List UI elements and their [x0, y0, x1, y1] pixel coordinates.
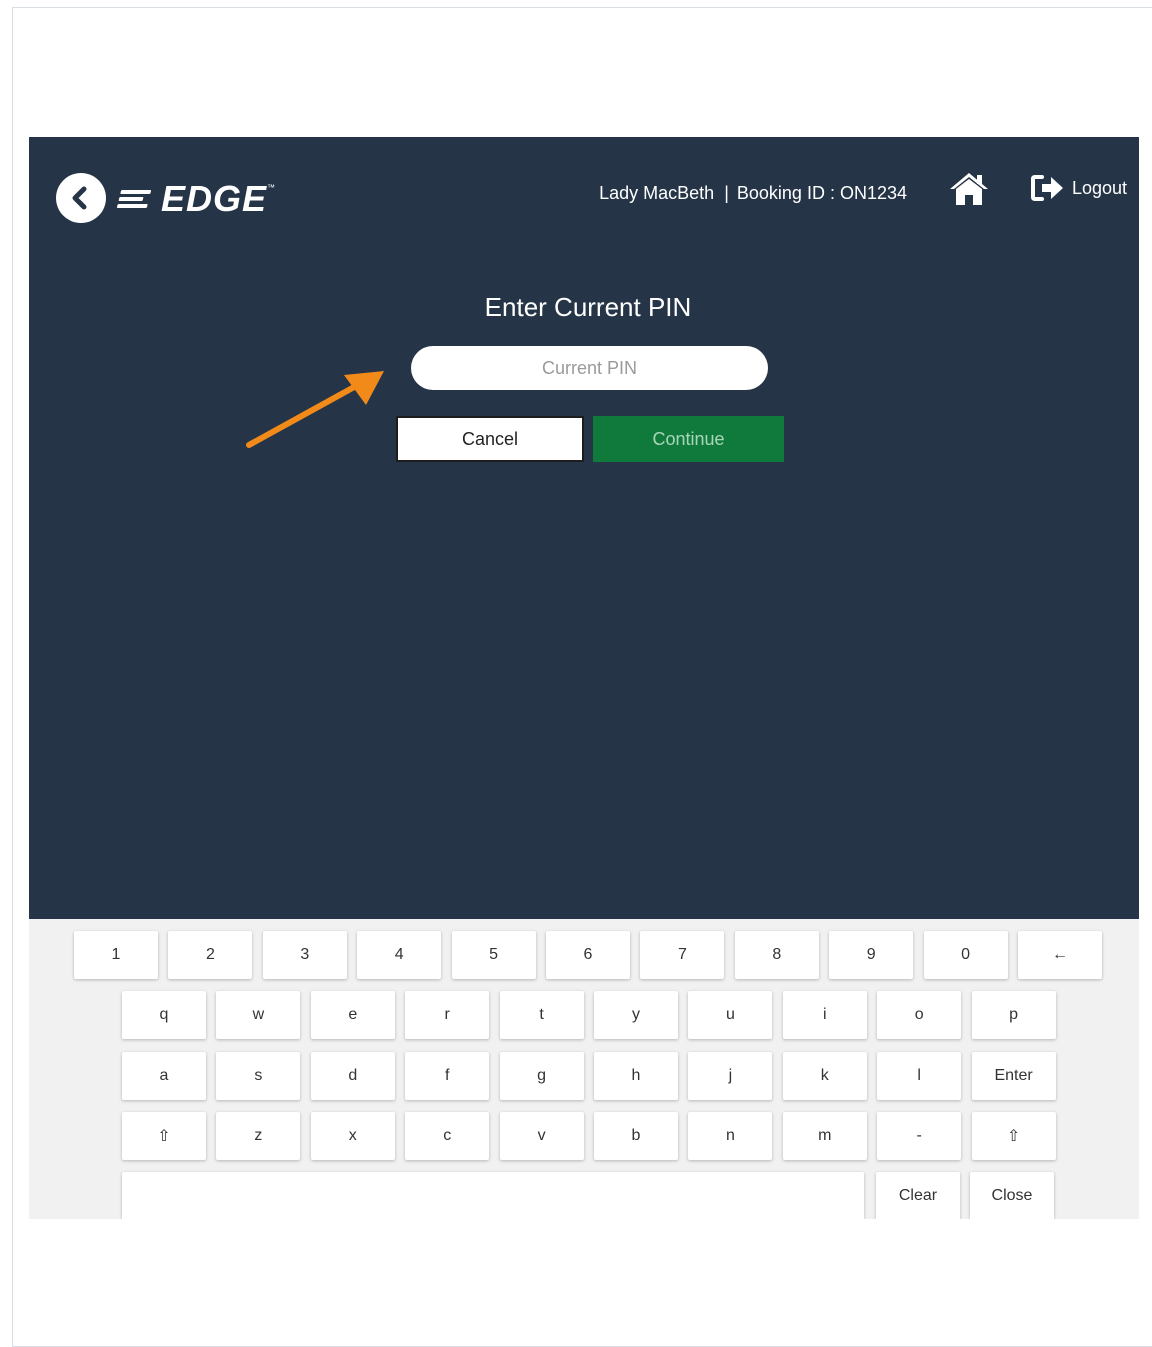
app-screen: EDGE ™ Lady MacBeth | Booking ID : ON1234 … [29, 137, 1139, 919]
booking-id: Booking ID : ON1234 [736, 183, 907, 203]
key-1[interactable]: 1 [74, 931, 158, 979]
key-t[interactable]: t [499, 991, 584, 1039]
user-info: Lady MacBeth | Booking ID : ON1234 [599, 183, 907, 204]
key-4[interactable]: 4 [357, 931, 442, 979]
key-f[interactable]: f [405, 1052, 490, 1100]
logo-trademark: ™ [267, 183, 276, 192]
page-title: Enter Current PIN [484, 292, 692, 322]
key-y[interactable]: y [594, 991, 678, 1039]
home-icon [950, 173, 988, 205]
current-pin-input[interactable] [411, 346, 768, 390]
key-l[interactable]: l [877, 1052, 962, 1100]
key-enter[interactable]: Enter [971, 1052, 1056, 1100]
logo-lines-icon [116, 187, 156, 211]
key-j[interactable]: j [688, 1052, 773, 1100]
key-clear[interactable]: Clear [876, 1172, 960, 1219]
key-a[interactable]: a [122, 1052, 206, 1100]
key-6[interactable]: 6 [546, 931, 630, 979]
key-x[interactable]: x [310, 1112, 395, 1160]
key-m[interactable]: m [782, 1112, 867, 1160]
user-info-separator: | [724, 183, 729, 203]
key-0[interactable]: 0 [923, 931, 1008, 979]
key-shift-left[interactable]: ⇧ [122, 1112, 206, 1160]
key-p[interactable]: p [971, 991, 1056, 1039]
logo-text: EDGE [161, 178, 268, 219]
key-e[interactable]: e [310, 991, 395, 1039]
key-8[interactable]: 8 [734, 931, 819, 979]
key-s[interactable]: s [216, 1052, 301, 1100]
user-name: Lady MacBeth [599, 183, 715, 203]
key-h[interactable]: h [594, 1052, 678, 1100]
key-r[interactable]: r [405, 991, 490, 1039]
key-n[interactable]: n [688, 1112, 773, 1160]
key-q[interactable]: q [122, 991, 206, 1039]
key-i[interactable]: i [782, 991, 867, 1039]
key-c[interactable]: c [405, 1112, 490, 1160]
home-button[interactable] [947, 169, 991, 209]
key-close[interactable]: Close [970, 1172, 1054, 1219]
key-z[interactable]: z [216, 1112, 301, 1160]
key-shift-right[interactable]: ⇧ [971, 1112, 1056, 1160]
annotation-arrow-icon [246, 371, 384, 448]
key-backspace[interactable]: ← [1018, 931, 1102, 979]
virtual-keyboard: 1 2 3 4 5 6 7 8 9 0 ← q w e r t y u i o p a s d f g h j k l Enter ⇧ z x c v… [29, 919, 1139, 1219]
key-w[interactable]: w [216, 991, 301, 1039]
key-3[interactable]: 3 [262, 931, 347, 979]
continue-button[interactable]: Continue [593, 416, 784, 462]
key-5[interactable]: 5 [451, 931, 536, 979]
back-button[interactable] [56, 173, 106, 223]
key-g[interactable]: g [499, 1052, 584, 1100]
edge-logo: EDGE ™ [116, 178, 276, 219]
key-k[interactable]: k [782, 1052, 867, 1100]
logout-label: Logout [1072, 177, 1128, 198]
key-v[interactable]: v [499, 1112, 584, 1160]
key-u[interactable]: u [688, 991, 773, 1039]
chevron-left-icon [72, 186, 87, 210]
key-2[interactable]: 2 [168, 931, 253, 979]
key-o[interactable]: o [877, 991, 962, 1039]
key-dash[interactable]: - [877, 1112, 962, 1160]
key-7[interactable]: 7 [640, 931, 725, 979]
key-b[interactable]: b [594, 1112, 678, 1160]
logout-button[interactable]: Logout [1030, 173, 1127, 203]
key-space[interactable] [122, 1172, 864, 1219]
logout-icon [1031, 175, 1063, 201]
cancel-button[interactable]: Cancel [396, 416, 584, 462]
key-d[interactable]: d [310, 1052, 395, 1100]
key-9[interactable]: 9 [829, 931, 914, 979]
